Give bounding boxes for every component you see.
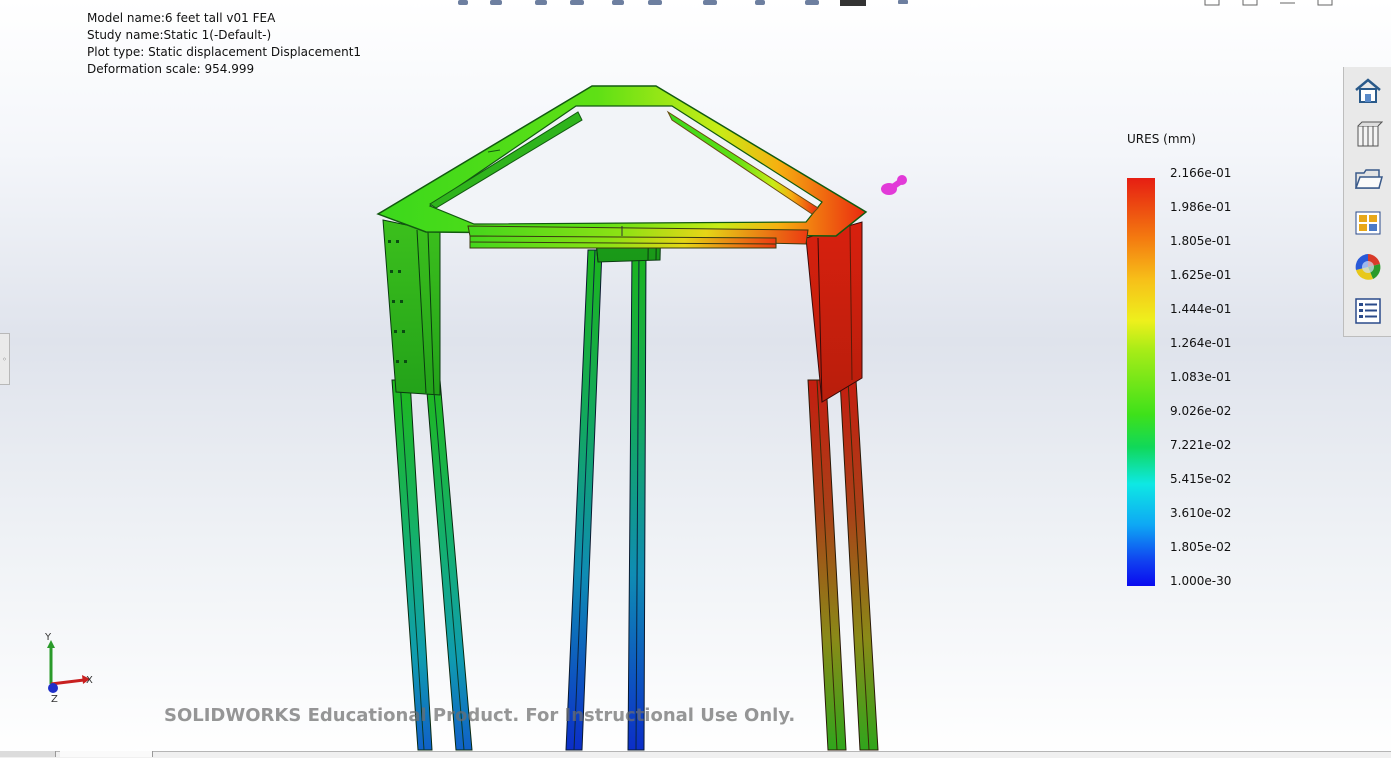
legend-tick-label: 1.805e-02 <box>1170 540 1232 554</box>
legend-tick-label: 7.221e-02 <box>1170 438 1232 452</box>
front-crossbar[interactable] <box>467 225 809 249</box>
custom-properties-icon[interactable] <box>1350 293 1386 329</box>
design-library-icon[interactable] <box>1350 117 1386 153</box>
legend-tick-label: 1.625e-01 <box>1170 268 1232 282</box>
legend-tick-label: 3.610e-02 <box>1170 506 1232 520</box>
leg-middle[interactable] <box>565 249 647 751</box>
triad-y-label: Y <box>44 632 52 643</box>
appearances-icon[interactable] <box>1350 249 1386 285</box>
legend-tick-label: 9.026e-02 <box>1170 404 1232 418</box>
legend-title: URES (mm) <box>1127 132 1196 146</box>
task-pane <box>1343 67 1391 337</box>
legend-colorbar <box>1127 178 1155 586</box>
legend-tick-label: 1.264e-01 <box>1170 336 1232 350</box>
legend-tick-label: 1.986e-01 <box>1170 200 1232 214</box>
triad-x-label: X <box>86 675 93 686</box>
leg-right[interactable] <box>807 379 879 751</box>
triad-z-label: Z <box>51 694 58 704</box>
legend-tick-label: 2.166e-01 <box>1170 166 1232 180</box>
tab-study[interactable] <box>60 751 153 757</box>
legend-tick-label: 1.083e-01 <box>1170 370 1232 384</box>
legend-tick-label: 1.805e-01 <box>1170 234 1232 248</box>
file-explorer-icon[interactable] <box>1350 161 1386 197</box>
reference-triad: Y X Z <box>44 632 93 704</box>
plate-left[interactable] <box>382 219 441 396</box>
legend-tick-label: 5.415e-02 <box>1170 472 1232 486</box>
legend-tick-label: 1.000e-30 <box>1170 574 1232 588</box>
plate-right[interactable] <box>805 221 863 403</box>
leg-left[interactable] <box>391 379 473 751</box>
top-frame[interactable] <box>376 85 868 237</box>
legend-tick-label: 1.444e-01 <box>1170 302 1232 316</box>
home-icon[interactable] <box>1350 73 1386 109</box>
probe-marker-icon[interactable] <box>881 175 907 195</box>
feature-manager-collapse-handle[interactable]: ◦ <box>0 333 10 385</box>
graphics-viewport[interactable]: Model name:6 feet tall v01 FEA Study nam… <box>0 0 1391 758</box>
view-palette-icon[interactable] <box>1350 205 1386 241</box>
tab-model[interactable] <box>0 751 56 757</box>
educational-watermark: SOLIDWORKS Educational Product. For Inst… <box>164 705 796 726</box>
